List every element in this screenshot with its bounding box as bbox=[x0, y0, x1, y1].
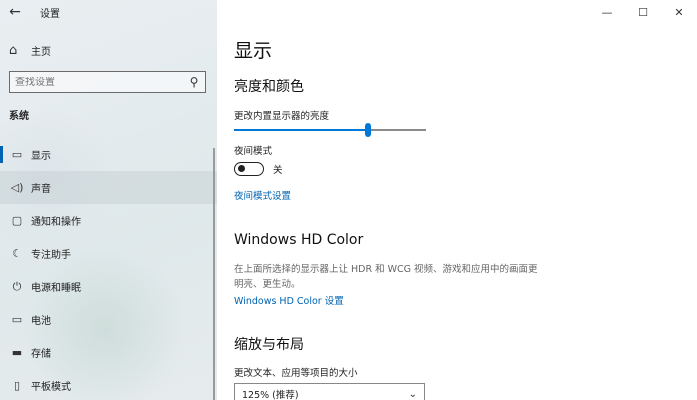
brightness-label: 更改内置显示器的亮度 bbox=[234, 111, 330, 122]
battery-icon: ▭ bbox=[11, 313, 23, 326]
toggle-knob bbox=[238, 165, 245, 172]
home-label: 主页 bbox=[31, 46, 51, 58]
sidebar-scrollbar[interactable] bbox=[213, 148, 215, 400]
night-light-toggle-row: 关 bbox=[234, 162, 283, 176]
storage-icon: ▬ bbox=[11, 346, 23, 359]
monitor-icon: ▭ bbox=[11, 148, 23, 161]
slider-fill bbox=[234, 129, 369, 131]
search-box[interactable]: ⚲ bbox=[9, 71, 206, 93]
notification-icon: ▢ bbox=[11, 214, 23, 227]
scale-dropdown[interactable]: 125% (推荐) ⌄ bbox=[234, 383, 425, 400]
sidebar-item-focus-assist[interactable]: ☾ 专注助手 bbox=[0, 237, 217, 270]
back-button[interactable]: ← bbox=[0, 0, 30, 24]
hd-color-heading: Windows HD Color bbox=[234, 232, 364, 248]
title-bar: ← 设置 bbox=[0, 0, 217, 24]
sidebar-item-notifications[interactable]: ▢ 通知和操作 bbox=[0, 204, 217, 237]
power-icon: ⏻ bbox=[12, 279, 22, 293]
sidebar-item-storage[interactable]: ▬ 存储 bbox=[0, 336, 217, 369]
scale-label: 更改文本、应用等项目的大小 bbox=[234, 368, 358, 379]
sidebar-item-label: 电源和睡眠 bbox=[31, 283, 81, 294]
close-button[interactable]: ✕ bbox=[661, 0, 697, 24]
page-title: 显示 bbox=[234, 40, 273, 62]
minimize-button[interactable]: — bbox=[589, 0, 625, 24]
night-light-settings-link[interactable]: 夜间模式设置 bbox=[234, 188, 291, 202]
search-input[interactable] bbox=[15, 76, 175, 88]
main-content: — ☐ ✕ 显示 亮度和颜色 更改内置显示器的亮度 夜间模式 关 夜间模式设置 … bbox=[217, 0, 697, 400]
home-icon: ⌂ bbox=[9, 42, 18, 58]
sidebar-item-battery[interactable]: ▭ 电池 bbox=[0, 303, 217, 336]
scale-heading: 缩放与布局 bbox=[234, 337, 304, 353]
sidebar-item-label: 显示 bbox=[31, 151, 51, 162]
search-icon[interactable]: ⚲ bbox=[183, 75, 205, 89]
toggle-state-label: 关 bbox=[273, 165, 283, 176]
speaker-icon: ◁) bbox=[10, 181, 24, 194]
back-arrow-icon: ← bbox=[9, 4, 21, 20]
scale-dropdown-value: 125% (推荐) bbox=[242, 390, 299, 400]
sidebar-item-power[interactable]: ⏻ 电源和睡眠 bbox=[0, 270, 217, 303]
sidebar-item-tablet[interactable]: ▯ 平板模式 bbox=[0, 369, 217, 400]
slider-thumb[interactable] bbox=[365, 123, 372, 137]
sidebar-item-label: 平板模式 bbox=[31, 382, 71, 393]
maximize-button[interactable]: ☐ bbox=[625, 0, 661, 24]
window-controls: — ☐ ✕ bbox=[589, 0, 697, 24]
brightness-slider[interactable] bbox=[234, 123, 426, 137]
hd-color-description: 在上面所选择的显示器上让 HDR 和 WCG 视频、游戏和应用中的画面更明亮、更… bbox=[234, 264, 538, 290]
sidebar-item-label: 通知和操作 bbox=[31, 217, 81, 228]
sidebar-item-sound[interactable]: ◁) 声音 bbox=[0, 171, 217, 204]
night-light-toggle[interactable] bbox=[234, 162, 264, 176]
sidebar: ← 设置 ⌂ 主页 ⚲ 系统 ▭ 显示 ◁) 声音 ▢ 通知和操作 ☾ 专注助手… bbox=[0, 0, 217, 400]
chevron-down-icon: ⌄ bbox=[408, 388, 417, 400]
tablet-icon: ▯ bbox=[13, 379, 21, 392]
sidebar-item-display[interactable]: ▭ 显示 bbox=[0, 138, 217, 171]
moon-icon: ☾ bbox=[12, 247, 22, 260]
brightness-heading: 亮度和颜色 bbox=[234, 79, 304, 95]
sidebar-item-label: 声音 bbox=[31, 184, 51, 195]
night-light-label: 夜间模式 bbox=[234, 146, 273, 157]
nav-list: ▭ 显示 ◁) 声音 ▢ 通知和操作 ☾ 专注助手 ⏻ 电源和睡眠 ▭ 电池 ▬… bbox=[0, 138, 217, 400]
section-label: 系统 bbox=[9, 111, 29, 122]
hd-color-settings-link[interactable]: Windows HD Color 设置 bbox=[234, 293, 344, 307]
sidebar-item-label: 存储 bbox=[31, 349, 51, 360]
app-title: 设置 bbox=[40, 8, 60, 20]
home-nav-item[interactable]: ⌂ 主页 bbox=[0, 38, 217, 62]
sidebar-item-label: 专注助手 bbox=[31, 250, 71, 261]
sidebar-item-label: 电池 bbox=[31, 316, 51, 327]
